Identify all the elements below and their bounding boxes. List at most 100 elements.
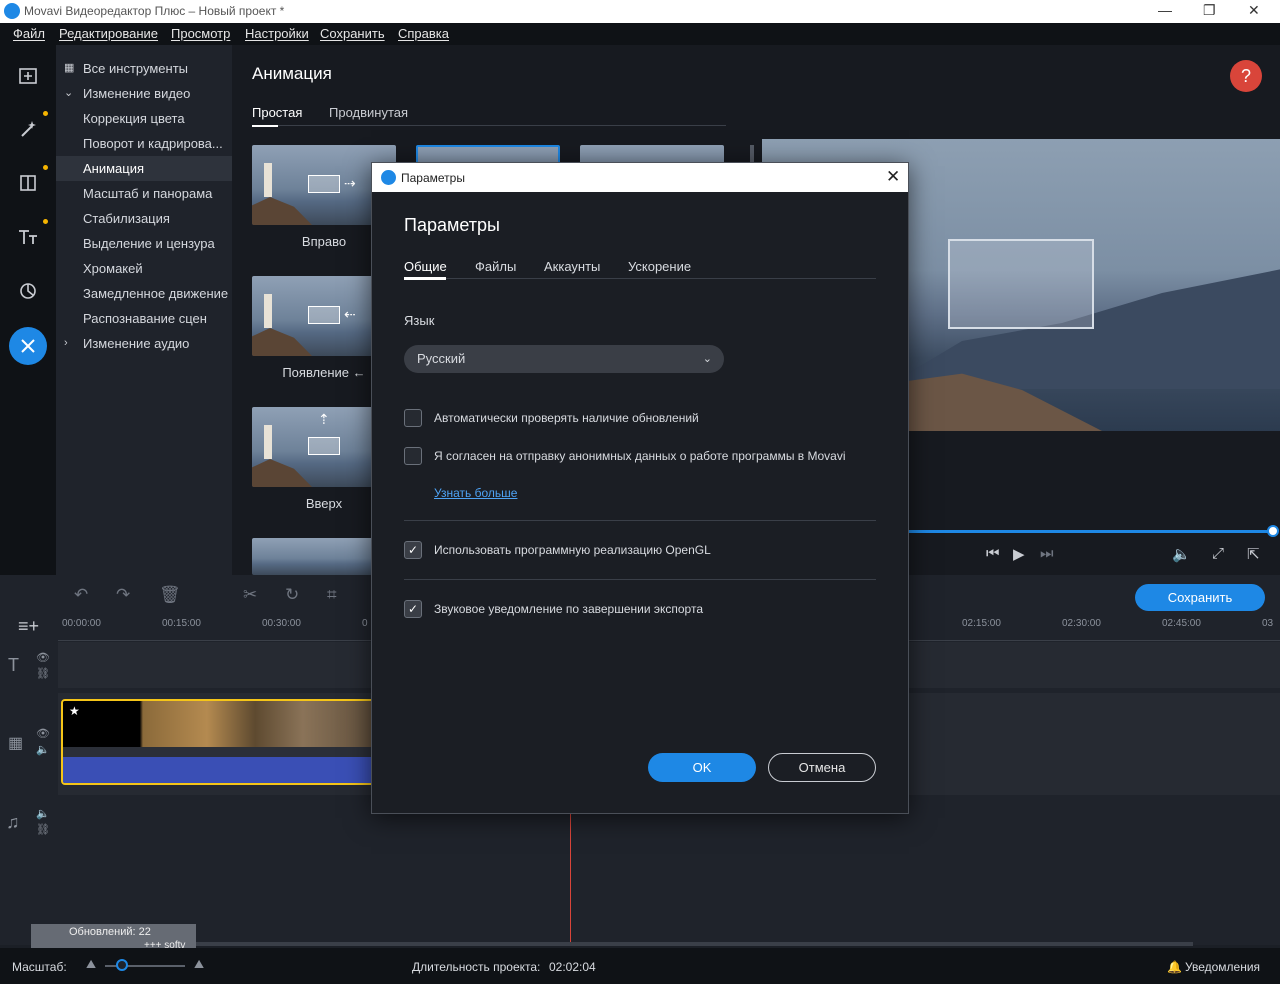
tools-icon[interactable] <box>9 327 47 365</box>
tool-item-highlight-censor[interactable]: Выделение и цензура <box>56 231 232 256</box>
menu-save[interactable]: Сохранить <box>320 26 385 41</box>
movavi-logo-icon <box>381 170 396 185</box>
tool-item-rotate-crop[interactable]: Поворот и кадрирова... <box>56 131 232 156</box>
notifications-link[interactable]: Уведомления <box>1185 960 1260 974</box>
chevron-down-icon: ⌄ <box>64 87 74 99</box>
fullscreen-icon[interactable]: ⤢ <box>1212 545 1224 562</box>
tab-advanced[interactable]: Продвинутая <box>329 105 408 120</box>
language-label: Язык <box>404 313 435 328</box>
menu-view[interactable]: Просмотр <box>171 26 230 41</box>
filters-icon[interactable] <box>9 164 47 202</box>
audio-track[interactable] <box>58 799 1280 929</box>
tab-simple[interactable]: Простая <box>252 105 302 120</box>
chevron-down-icon: ⌄ <box>702 353 712 365</box>
skip-back-icon[interactable]: ⏮ <box>986 545 1000 562</box>
link-icon[interactable]: ⛓ <box>36 823 50 836</box>
volume-icon[interactable]: 🔈 <box>36 743 50 756</box>
visibility-icon[interactable]: 👁 <box>36 651 50 664</box>
delete-icon[interactable]: 🗑 <box>159 585 181 605</box>
tab-active-indicator <box>252 125 278 127</box>
ruler-tick: 02:45:00 <box>1162 618 1201 629</box>
tool-rail <box>0 45 56 575</box>
tool-item-video-editing[interactable]: ⌄ Изменение видео <box>56 81 232 106</box>
close-icon[interactable]: ✕ <box>886 167 900 187</box>
tool-list: ▦ Все инструменты ⌄ Изменение видео Коррек… <box>56 45 232 575</box>
arrow-left-icon: ⇠ <box>344 306 356 322</box>
minimize-button[interactable]: — <box>1158 2 1172 18</box>
playhead[interactable] <box>570 813 571 943</box>
transitions-icon[interactable] <box>9 272 47 310</box>
menu-help[interactable]: Справка <box>398 26 449 41</box>
duration-value: 02:02:04 <box>549 960 596 974</box>
tool-item-scene-detection[interactable]: Распознавание сцен <box>56 306 232 331</box>
timeline-scrollbar[interactable] <box>58 942 1193 946</box>
bell-icon[interactable]: 🔔 <box>1167 960 1182 974</box>
tab-divider <box>404 278 876 279</box>
ruler-tick: 00:30:00 <box>262 618 301 629</box>
tool-item-chroma-key[interactable]: Хромакей <box>56 256 232 281</box>
popout-icon[interactable]: ⇱ <box>1247 545 1260 563</box>
visibility-icon[interactable]: 👁 <box>36 727 50 740</box>
maximize-button[interactable]: ❐ <box>1203 2 1216 19</box>
volume-icon[interactable]: 🔈 <box>36 807 50 820</box>
checkbox-checked[interactable]: ✓ <box>404 541 422 559</box>
redo-icon[interactable]: ↷ <box>116 585 130 605</box>
zoom-knob[interactable] <box>116 959 128 971</box>
language-select[interactable]: Русский ⌄ <box>404 345 724 373</box>
tab-divider <box>252 125 726 126</box>
chevron-right-icon: › <box>64 337 68 349</box>
arrow-up-icon: ⇡ <box>318 411 330 427</box>
tool-item-audio-editing[interactable]: › Изменение аудио <box>56 331 232 356</box>
ok-button[interactable]: OK <box>648 753 756 782</box>
tool-item-animation[interactable]: Анимация <box>56 156 232 181</box>
tab-acceleration[interactable]: Ускорение <box>628 259 691 274</box>
tool-item-slow-motion[interactable]: Замедленное движение <box>56 281 232 306</box>
play-icon[interactable]: ▶ <box>1013 545 1025 563</box>
checkbox[interactable] <box>404 447 422 465</box>
zoom-out-icon[interactable]: ⛰ <box>86 957 96 972</box>
grid-icon: ▦ <box>64 62 75 74</box>
undo-icon[interactable]: ↶ <box>74 585 88 605</box>
tab-accounts[interactable]: Аккаунты <box>544 259 600 274</box>
cancel-button[interactable]: Отмена <box>768 753 876 782</box>
new-indicator-dot <box>43 219 48 224</box>
tool-item-pan-zoom[interactable]: Масштаб и панорама <box>56 181 232 206</box>
close-window-button[interactable]: ✕ <box>1248 2 1260 19</box>
dialog-window-title: Параметры <box>401 171 465 185</box>
menu-settings[interactable]: Настройки <box>245 26 309 41</box>
add-track-icon[interactable]: ≡+ <box>18 616 39 637</box>
playback-knob[interactable] <box>1267 525 1279 537</box>
help-button[interactable]: ? <box>1230 60 1262 92</box>
ruler-tick: 03 <box>1262 618 1274 629</box>
cut-icon[interactable]: ✂ <box>243 585 257 605</box>
tab-general[interactable]: Общие <box>404 259 447 274</box>
magic-wand-icon[interactable] <box>9 110 47 148</box>
menu-edit[interactable]: Редактирование <box>59 26 158 41</box>
tool-item-all-tools[interactable]: ▦ Все инструменты <box>56 56 232 81</box>
tab-active-indicator <box>404 277 446 280</box>
skip-forward-icon[interactable]: ⏭ <box>1040 545 1054 562</box>
video-track-icon: ▦ <box>8 735 24 752</box>
new-indicator-dot <box>43 111 48 116</box>
crop-icon[interactable]: ⌗ <box>327 585 337 605</box>
volume-icon[interactable]: 🔈 <box>1172 545 1191 563</box>
checkbox[interactable] <box>404 409 422 427</box>
learn-more-link[interactable]: Узнать больше <box>434 486 517 500</box>
titles-icon[interactable] <box>9 218 47 256</box>
rotate-icon[interactable]: ↻ <box>285 585 299 605</box>
zoom-in-icon[interactable]: ⛰ <box>194 957 204 972</box>
import-icon[interactable] <box>9 57 47 95</box>
video-clip[interactable]: ★ <box>61 699 381 785</box>
window-titlebar: Movavi Видеоредактор Плюс – Новый проект… <box>0 0 1280 23</box>
link-icon[interactable]: ⛓ <box>36 667 50 680</box>
checkbox-checked[interactable]: ✓ <box>404 600 422 618</box>
arrow-right-icon: ⇢ <box>344 175 356 191</box>
tab-files[interactable]: Файлы <box>475 259 516 274</box>
save-button[interactable]: Сохранить <box>1135 584 1265 611</box>
tool-item-color-correction[interactable]: Коррекция цвета <box>56 106 232 131</box>
animation-frame[interactable] <box>948 239 1094 329</box>
star-icon: ★ <box>69 704 80 718</box>
music-note-icon: ♫ <box>6 812 20 832</box>
tool-item-stabilization[interactable]: Стабилизация <box>56 206 232 231</box>
menu-file[interactable]: Файл <box>13 26 45 41</box>
